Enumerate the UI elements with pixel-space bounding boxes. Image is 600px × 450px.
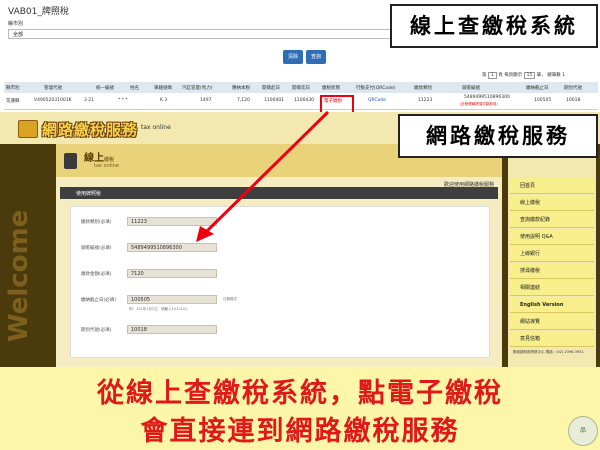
col-status: 繳稅狀態 <box>322 86 340 91</box>
home-logo-icon <box>18 120 38 138</box>
cell-billnote: (此銷帳編號僅供繳費用) <box>460 102 498 106</box>
search-button[interactable]: 查詢 <box>306 50 326 64</box>
col-deadline: 繳納截止日 <box>526 86 549 91</box>
cell-mgmt: V49052031001K <box>34 98 72 103</box>
sidebar-item-pay[interactable]: 線上繳稅 <box>510 195 594 211</box>
caption-area: 從線上查繳稅系統，點電子繳稅 會直接連到網路繳稅服務 <box>0 367 600 450</box>
col-period: 期別代號 <box>564 86 582 91</box>
online-tax-icon <box>64 153 77 169</box>
pager: 第 1 頁 每頁顯示 15 筆， 總筆數 1 <box>482 72 566 79</box>
deadline-note: 日期格式 <box>223 297 237 301</box>
sidebar-info: 財政部財政資訊中心 電話：(02) 2396-3931 <box>513 350 584 354</box>
online-pay-panel: 線上繳稅 tax online 歡迎使用網路繳稅服務 使用牌照稅 繳款類別(必填… <box>56 144 502 398</box>
field-label-deadline: 繳納截止日(必填) <box>81 298 117 303</box>
col-mgmt: 管理代號 <box>44 86 62 91</box>
payment-form: 繳款類別(必填) 11223 銷帳編號(必填) 5489499510896300… <box>70 206 490 358</box>
welcome-text: Welcome <box>4 209 34 342</box>
clear-button[interactable]: 清除 <box>283 50 303 64</box>
cell-deadline: 100505 <box>534 98 552 103</box>
cell-name: * * * <box>118 98 128 103</box>
field-label-period: 期別代號(必填) <box>81 328 112 333</box>
col-paytype: 繳款類別 <box>414 86 432 91</box>
col-qrcode: 行動支付(QRCode) <box>356 86 396 91</box>
sidebar-item-banks[interactable]: 上線銀行 <box>510 246 594 262</box>
cell-billno: 5489499510896300 <box>464 95 510 100</box>
online-subtitle: tax online <box>94 163 119 169</box>
cell-paytype: 11223 <box>418 98 433 103</box>
col-name: 姓名 <box>130 86 139 91</box>
field-label-billno: 銷帳編號(必填) <box>81 246 112 251</box>
caption-line-1: 從線上查繳稅系統，點電子繳稅 <box>97 378 503 409</box>
site-subtitle: tax online <box>141 124 171 131</box>
per-page-select[interactable]: 15 <box>523 72 536 79</box>
cell-engine: 1497 <box>200 98 212 103</box>
section-bar: 使用牌照稅 <box>60 187 498 199</box>
sidebar-item-sitemap[interactable]: 網站導覽 <box>510 314 594 330</box>
stamp-icon: 品 <box>568 416 598 446</box>
sidebar-item-search[interactable]: 搜尋繳稅 <box>510 263 594 279</box>
service-callout: 網路繳稅服務 <box>398 114 598 158</box>
col-tax: 應納本稅 <box>232 86 250 91</box>
billno-field[interactable]: 5489499510896300 <box>127 243 217 252</box>
table-row: 花蓮縣 V49052031001K 3 21 * * * K 3 1497 7,… <box>4 93 598 110</box>
period-field[interactable]: 10018 <box>127 325 217 334</box>
caption-line-2: 會直接連到網路繳稅服務 <box>140 416 460 447</box>
cell-ubn: 3 21 <box>84 98 95 103</box>
col-start: 開徵起日 <box>262 86 280 91</box>
section-title: 使用牌照稅 <box>76 191 102 197</box>
cell-period: 10018 <box>566 98 581 103</box>
system-callout: 線上查繳稅系統 <box>390 4 598 48</box>
site-title: 網路繳稅服務 <box>42 121 139 139</box>
sidebar-item-faq[interactable]: 使用說明 Q&A <box>510 229 594 245</box>
cell-end: 1100430 <box>294 98 315 103</box>
col-end: 開徵迄日 <box>292 86 310 91</box>
page-title: VAB01_牌照稅 <box>8 7 69 17</box>
col-plate: 車籍號碼 <box>154 86 172 91</box>
sidebar-item-english[interactable]: English Version <box>510 297 594 313</box>
cell-plate: K 3 <box>160 98 168 103</box>
col-ubn: 統一編號 <box>96 86 114 91</box>
col-engine: 汽缸容量(馬力) <box>182 86 213 91</box>
deadline-field[interactable]: 100505 <box>127 295 217 304</box>
page-select[interactable]: 1 <box>487 72 497 79</box>
cell-start: 1100401 <box>264 98 285 103</box>
paytype-field[interactable]: 11223 <box>127 217 217 226</box>
sidebar-item-records[interactable]: 查詢繳款紀錄 <box>510 212 594 228</box>
field-label-paytype: 繳款類別(必填) <box>81 220 112 225</box>
sidebar: 回首頁 線上繳稅 查詢繳款紀錄 使用說明 Q&A 上線銀行 搜尋繳稅 相關連結 … <box>508 144 596 367</box>
deadline-example: 例：101年1月1日，請輸入1010101 <box>129 307 188 311</box>
amount-field[interactable]: 7120 <box>127 269 217 278</box>
col-billno: 銷帳編號 <box>462 86 480 91</box>
cell-tax: 7,120 <box>237 98 250 103</box>
sidebar-item-home[interactable]: 回首頁 <box>510 178 594 194</box>
qrcode-link[interactable]: QRCode <box>368 98 386 103</box>
online-title: 線上繳稅 <box>84 153 115 164</box>
county-label: 縣市別 <box>8 21 24 27</box>
col-county: 縣市別 <box>6 86 20 91</box>
field-label-amount: 繳款金額(必填) <box>81 272 112 277</box>
cell-county: 花蓮縣 <box>6 99 20 104</box>
sidebar-item-links[interactable]: 相關連結 <box>510 280 594 296</box>
sidebar-item-feedback[interactable]: 意見信箱 <box>510 331 594 347</box>
